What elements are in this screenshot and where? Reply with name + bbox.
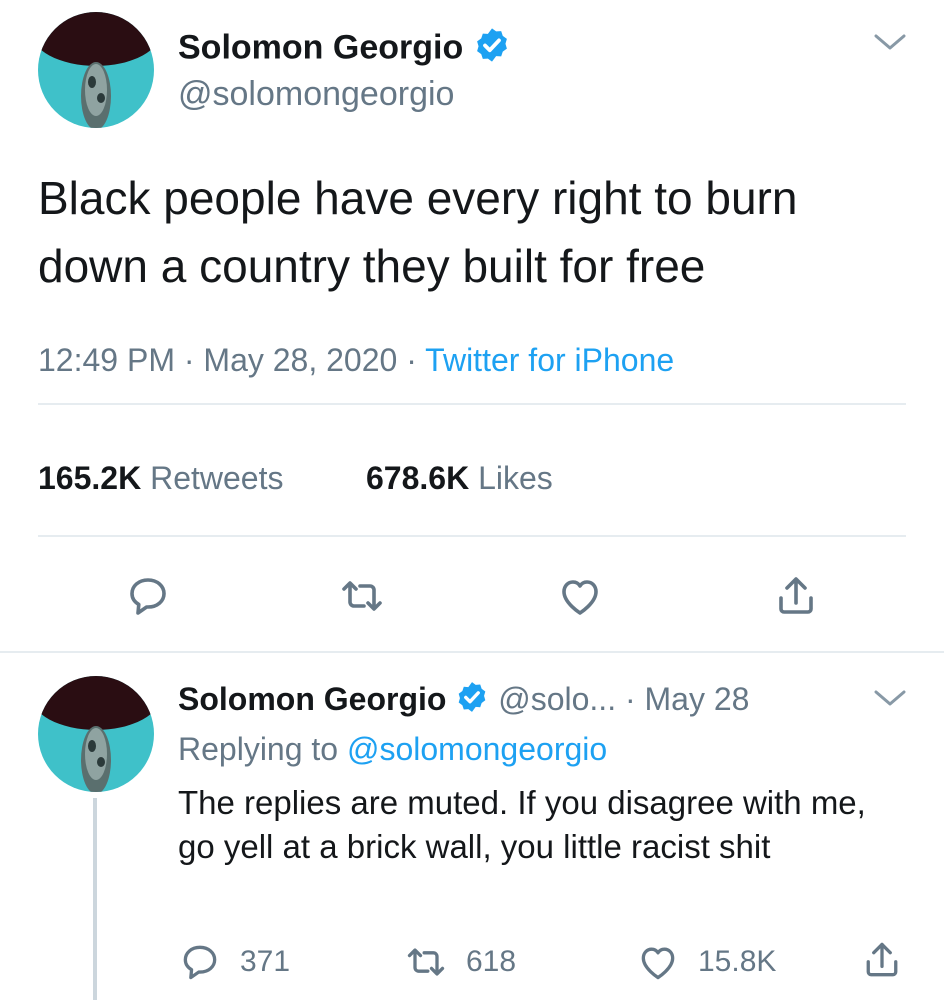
chevron-down-icon[interactable]: [872, 30, 908, 54]
retweet-count: 618: [466, 945, 517, 978]
divider: [38, 403, 906, 405]
verified-badge-icon: [473, 26, 511, 73]
retweet-icon: [407, 948, 445, 976]
tweet-date: May 28, 2020: [203, 342, 398, 378]
divider: [38, 535, 906, 537]
reply-text: The replies are muted. If you disagree w…: [178, 784, 866, 865]
reply-count-button[interactable]: 371: [178, 940, 290, 984]
retweets-stat[interactable]: 165.2K Retweets: [38, 458, 283, 498]
meta-separator: ·: [624, 681, 636, 717]
share-icon[interactable]: [772, 572, 820, 620]
author-name[interactable]: Solomon Georgio: [178, 28, 463, 66]
likes-label: Likes: [478, 460, 553, 496]
retweet-count-button[interactable]: 618: [404, 940, 516, 984]
reply-date[interactable]: May 28: [645, 681, 750, 717]
reply-icon[interactable]: [124, 572, 172, 620]
divider: [0, 651, 944, 653]
like-icon: [641, 947, 675, 980]
likes-stat[interactable]: 678.6K Likes: [366, 458, 553, 498]
replying-to-mention[interactable]: @solomongeorgio: [347, 731, 607, 767]
like-count: 15.8K: [698, 945, 777, 978]
like-count-button[interactable]: 15.8K: [636, 940, 776, 984]
reply-author-name[interactable]: Solomon Georgio: [178, 681, 446, 717]
likes-count: 678.6K: [366, 460, 470, 496]
tweet-time: 12:49 PM: [38, 342, 175, 378]
reply-author-handle[interactable]: @solo...: [498, 681, 616, 717]
like-icon[interactable]: [556, 572, 604, 620]
reply-count: 371: [240, 945, 291, 978]
tweet-source-link[interactable]: Twitter for iPhone: [425, 342, 674, 378]
tweet-text: Black people have every right to burn do…: [38, 172, 798, 292]
reply-icon: [183, 945, 217, 980]
share-icon[interactable]: [860, 938, 922, 982]
retweets-label: Retweets: [150, 460, 284, 496]
retweets-count: 165.2K: [38, 460, 142, 496]
meta-separator: ·: [183, 342, 195, 378]
chevron-down-icon[interactable]: [872, 686, 908, 710]
avatar[interactable]: [38, 12, 154, 128]
verified-badge-icon: [455, 680, 489, 723]
author-handle[interactable]: @solomongeorgio: [178, 74, 454, 114]
meta-separator: ·: [406, 342, 417, 378]
replying-to-label: Replying to: [178, 731, 339, 767]
retweet-icon[interactable]: [338, 572, 386, 620]
avatar[interactable]: [38, 676, 154, 792]
thread-line: [93, 798, 97, 1000]
